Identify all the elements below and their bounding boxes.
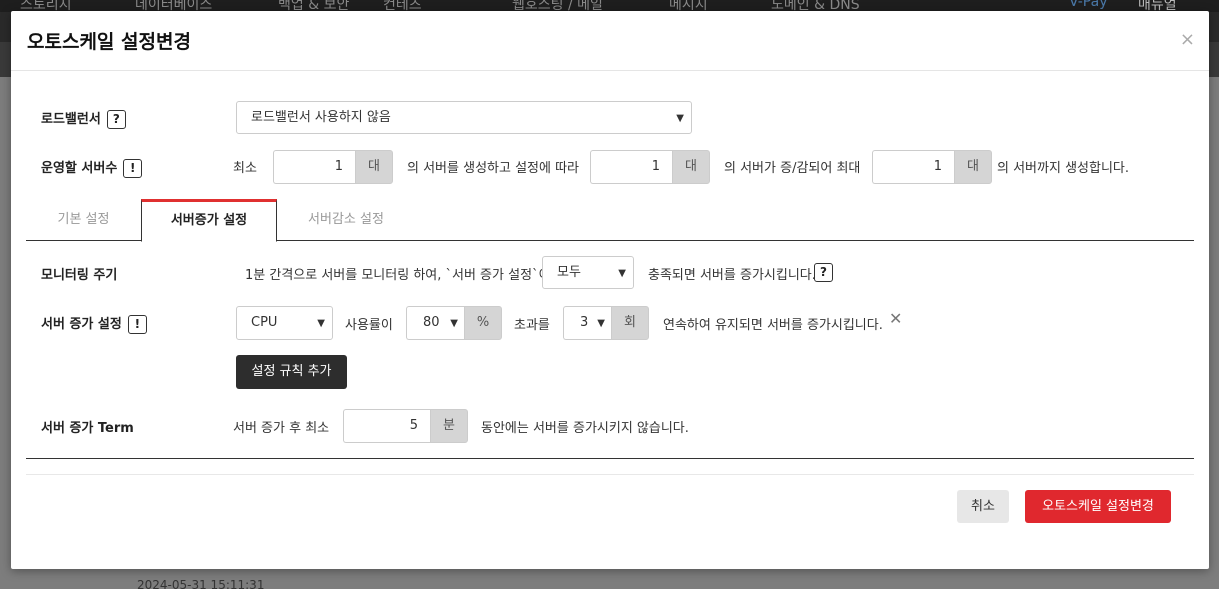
- max-server-unit: 대: [954, 150, 992, 184]
- step-server-input[interactable]: 1: [590, 150, 672, 184]
- min-server-input[interactable]: 1: [273, 150, 355, 184]
- tab-basic-settings[interactable]: 기본 설정: [26, 199, 141, 241]
- usage-threshold-value: 80: [423, 315, 440, 330]
- server-count-label: 운영할 서버수!: [41, 157, 143, 178]
- usage-text: 사용률이: [345, 318, 393, 333]
- count-threshold-group: 3 ▼ 회: [563, 306, 649, 340]
- monitoring-text-after: 충족되면 서버를 증가시킵니다.: [648, 268, 816, 283]
- section-divider: [26, 458, 1194, 459]
- server-count-end-text: 의 서버까지 생성합니다.: [997, 161, 1129, 176]
- tab-server-increase-settings[interactable]: 서버증가 설정: [141, 199, 277, 242]
- increase-term-label: 서버 증가 Term: [41, 421, 134, 436]
- load-balancer-select[interactable]: 로드밸런서 사용하지 않음 ▼: [236, 101, 692, 134]
- term-input[interactable]: 5: [343, 409, 430, 443]
- load-balancer-selected: 로드밸런서 사용하지 않음: [251, 110, 391, 125]
- chevron-down-icon: ▼: [317, 318, 325, 329]
- submit-autoscale-button[interactable]: 오토스케일 설정변경: [1025, 490, 1171, 523]
- modal-title: 오토스케일 설정변경: [27, 31, 191, 53]
- monitoring-condition-selected: 모두: [557, 265, 581, 280]
- step-server-unit: 대: [672, 150, 710, 184]
- count-unit: 회: [611, 306, 649, 340]
- term-text-after: 동안에는 서버를 증가시키지 않습니다.: [481, 421, 689, 436]
- close-icon[interactable]: ×: [1180, 29, 1195, 50]
- load-balancer-label: 로드밸런서?: [41, 108, 126, 129]
- cancel-button[interactable]: 취소: [957, 490, 1009, 523]
- tab-server-decrease-settings[interactable]: 서버감소 설정: [278, 199, 414, 241]
- monitoring-help-icon[interactable]: ?: [814, 263, 833, 282]
- increase-rule-label: 서버 증가 설정!: [41, 313, 147, 334]
- server-count-label-text: 운영할 서버수: [41, 161, 118, 176]
- min-server-unit: 대: [355, 150, 393, 184]
- increase-rule-label-text: 서버 증가 설정: [41, 317, 122, 332]
- max-server-input[interactable]: 1: [872, 150, 954, 184]
- increase-rule-info-icon[interactable]: !: [127, 315, 147, 334]
- autoscale-settings-modal: 오토스케일 설정변경 × 로드밸런서? 로드밸런서 사용하지 않음 ▼ 운영할 …: [11, 11, 1209, 569]
- term-unit: 분: [430, 409, 468, 443]
- monitoring-condition-select[interactable]: 모두 ▼: [542, 256, 634, 289]
- add-rule-button[interactable]: 설정 규칙 추가: [236, 355, 347, 389]
- chevron-down-icon: ▼: [618, 268, 626, 279]
- server-count-min-text: 최소: [233, 161, 257, 176]
- remove-rule-icon[interactable]: ✕: [889, 309, 902, 328]
- usage-unit: %: [464, 306, 502, 340]
- step-server-stepper: 1 대: [590, 150, 710, 184]
- settings-tabs: 기본 설정 서버증가 설정 서버감소 설정: [26, 199, 1194, 242]
- modal-header: 오토스케일 설정변경 ×: [11, 11, 1209, 71]
- server-count-mid2-text: 의 서버가 증/감되어 최대: [724, 161, 861, 176]
- footer-divider: [26, 474, 1194, 475]
- chevron-down-icon: ▼: [597, 318, 605, 329]
- count-threshold-value: 3: [580, 315, 589, 330]
- load-balancer-label-text: 로드밸런서: [41, 112, 101, 127]
- nav-item-vpay[interactable]: V-Pay: [1069, 0, 1108, 10]
- usage-threshold-group: 80 ▼ %: [406, 306, 502, 340]
- count-threshold-select[interactable]: 3 ▼: [563, 306, 611, 340]
- max-server-stepper: 1 대: [872, 150, 992, 184]
- background-date: 2024-05-31 15:11:31: [137, 578, 265, 589]
- increase-rule-text-after: 연속하여 유지되면 서버를 증가시킵니다.: [663, 318, 883, 333]
- usage-threshold-select[interactable]: 80 ▼: [406, 306, 464, 340]
- exceed-text: 초과를: [514, 318, 550, 333]
- monitoring-text-before: 1분 간격으로 서버를 모니터링 하여, `서버 증가 설정`이: [245, 268, 551, 283]
- server-count-info-icon[interactable]: !: [123, 159, 143, 178]
- monitoring-label: 모니터링 주기: [41, 268, 118, 283]
- chevron-down-icon: ▼: [450, 318, 458, 329]
- load-balancer-help-icon[interactable]: ?: [106, 110, 126, 129]
- metric-select[interactable]: CPU ▼: [236, 306, 333, 340]
- min-server-stepper: 1 대: [273, 150, 393, 184]
- server-count-mid-text: 의 서버를 생성하고 설정에 따라: [407, 161, 580, 176]
- metric-selected: CPU: [251, 315, 278, 330]
- term-stepper: 5 분: [343, 409, 468, 443]
- term-text-before: 서버 증가 후 최소: [233, 421, 330, 436]
- chevron-down-icon: ▼: [676, 113, 684, 124]
